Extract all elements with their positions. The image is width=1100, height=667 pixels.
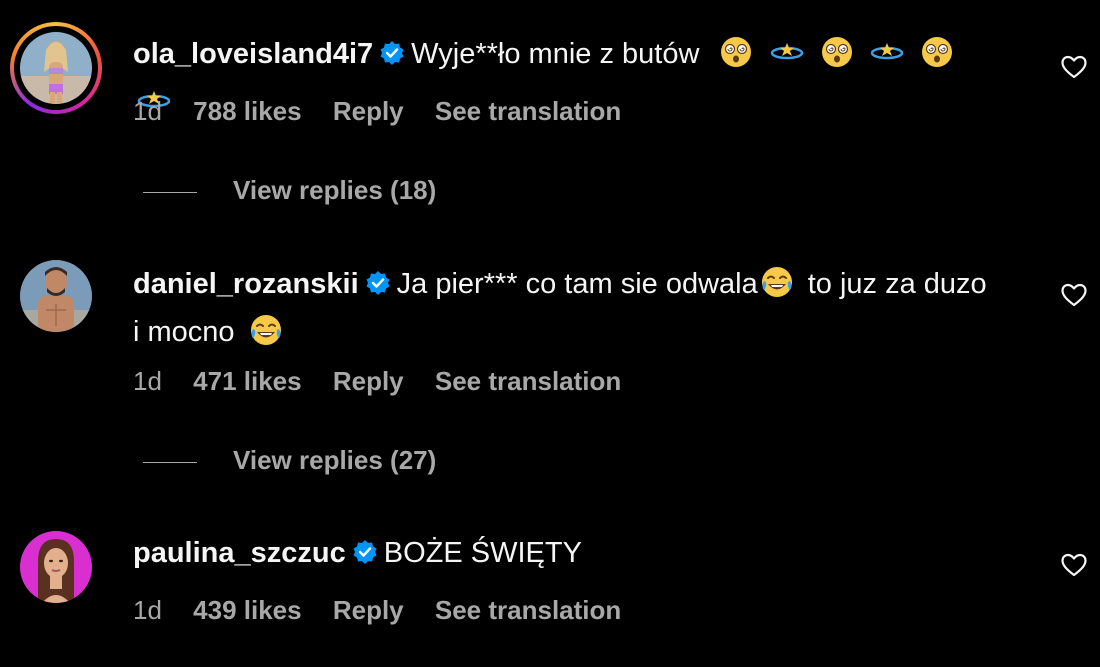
dizzy-face-icon: [920, 35, 954, 81]
comment-body: paulina_szczuc BOŻE ŚWIĘTY: [133, 532, 993, 577]
divider-line: [143, 461, 197, 463]
comment-body: daniel_rozanskii Ja pier*** co tam sie od…: [133, 263, 993, 359]
avatar[interactable]: [20, 260, 92, 332]
heart-outline-icon[interactable]: [1061, 553, 1087, 577]
see-translation-button[interactable]: See translation: [435, 595, 621, 625]
verified-badge-icon: [379, 36, 405, 78]
verified-badge-icon: [365, 266, 391, 308]
heart-outline-icon[interactable]: [1061, 55, 1087, 79]
view-replies-label[interactable]: View replies (18): [233, 175, 436, 205]
username[interactable]: paulina_szczuc: [133, 537, 346, 569]
reply-button[interactable]: Reply: [333, 96, 404, 126]
dizzy-star-icon: [770, 35, 804, 81]
comment-time: 1d: [133, 96, 162, 126]
comment-text: BOŻE ŚWIĘTY: [383, 537, 582, 569]
comment-text: Wyje**ło mnie z butów: [411, 38, 700, 70]
dizzy-face-icon: [820, 35, 854, 81]
view-replies-button[interactable]: View replies (27): [143, 445, 436, 476]
view-replies-button[interactable]: View replies (18): [143, 175, 436, 206]
comment-time: 1d: [133, 366, 162, 396]
username[interactable]: ola_loveisland4i7: [133, 38, 373, 70]
likes-count[interactable]: 439 likes: [193, 595, 301, 625]
dizzy-star-icon: [870, 35, 904, 81]
comment-meta: 1d 439 likes Reply See translation: [133, 595, 645, 626]
reply-button[interactable]: Reply: [333, 366, 404, 396]
see-translation-button[interactable]: See translation: [435, 96, 621, 126]
reply-button[interactable]: Reply: [333, 595, 404, 625]
heart-outline-icon[interactable]: [1061, 283, 1087, 307]
divider-line: [143, 191, 197, 193]
comment-meta: 1d 471 likes Reply See translation: [133, 366, 645, 397]
comment-text: Ja pier*** co tam sie odwala: [396, 268, 758, 300]
comment-time: 1d: [133, 595, 162, 625]
avatar[interactable]: [20, 531, 92, 603]
likes-count[interactable]: 788 likes: [193, 96, 301, 126]
avatar-story-ring[interactable]: [10, 22, 102, 114]
username[interactable]: daniel_rozanskii: [133, 268, 359, 300]
tears-of-joy-icon: [249, 313, 283, 359]
likes-count[interactable]: 471 likes: [193, 366, 301, 396]
verified-badge-icon: [352, 535, 378, 577]
tears-of-joy-icon: [760, 265, 794, 311]
see-translation-button[interactable]: See translation: [435, 366, 621, 396]
comment-meta: 1d 788 likes Reply See translation: [133, 96, 645, 127]
avatar[interactable]: [20, 32, 92, 104]
dizzy-face-icon: [719, 35, 753, 81]
view-replies-label[interactable]: View replies (27): [233, 445, 436, 475]
